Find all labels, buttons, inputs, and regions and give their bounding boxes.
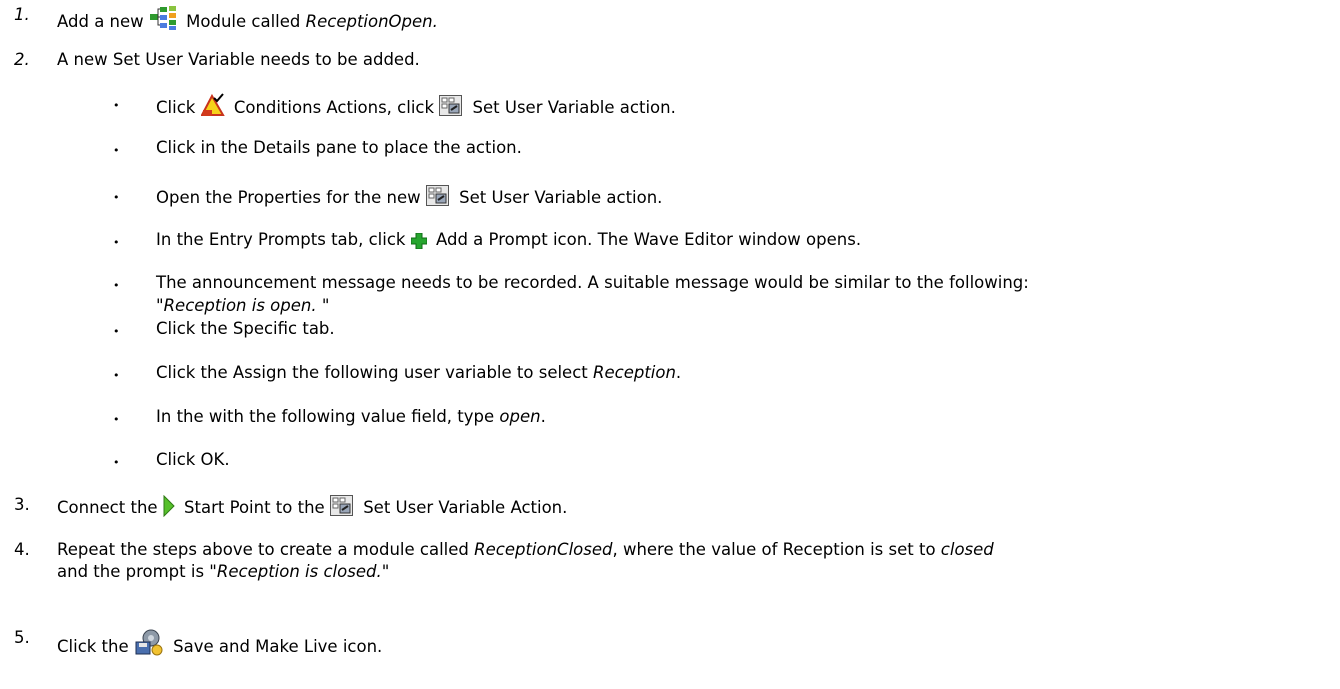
step-5-text: Click the Save and Make Live icon. — [57, 628, 382, 660]
bullet: • — [113, 456, 120, 469]
bullet: • — [113, 99, 120, 112]
start-point-icon — [163, 494, 175, 521]
bullet-item: Click Conditions Actions, click Set User… — [156, 93, 676, 121]
bullet: • — [113, 413, 120, 426]
step-3-text: Connect the Start Point to the Set User … — [57, 494, 568, 521]
bullet: • — [113, 191, 120, 204]
step-text: Connect the — [57, 498, 158, 517]
step-text: Save and Make Live icon. — [173, 637, 383, 656]
module-icon — [149, 5, 177, 35]
bullet-item: Open the Properties for the new Set User… — [156, 185, 662, 211]
bullet-text: Set User Variable action. — [459, 188, 663, 207]
bullet: • — [113, 279, 120, 292]
step-number: 2. — [14, 50, 30, 69]
bullet-item: Click the Assign the following user vari… — [156, 363, 681, 382]
bullet-item: Click in the Details pane to place the a… — [156, 138, 522, 157]
bullet-text: In the Entry Prompts tab, click — [156, 230, 406, 249]
set-user-variable-icon — [329, 495, 354, 521]
module-name: ReceptionOpen. — [305, 12, 438, 31]
bullet-item: Click the Specific tab. — [156, 319, 335, 338]
module-name: ReceptionClosed — [474, 540, 613, 559]
step-text: and the prompt is — [57, 562, 205, 581]
variable-value: closed — [940, 540, 994, 559]
step-number: 3. — [14, 495, 30, 514]
bullet-item: In the with the following value field, t… — [156, 407, 546, 426]
bullet: • — [113, 325, 120, 338]
step-text: Set User Variable Action. — [363, 498, 568, 517]
step-text: Click the — [57, 637, 129, 656]
step-1-text: Add a new Module called ReceptionOpen. — [57, 5, 438, 35]
save-make-live-icon — [134, 628, 164, 660]
step-text: Repeat the steps above to create a modul… — [57, 540, 469, 559]
bullet-text: Click — [156, 98, 196, 117]
bullet-item-continued: "Reception is open. " — [156, 296, 329, 315]
bullet: • — [113, 144, 120, 157]
bullet-text: Add a Prompt icon. The Wave Editor windo… — [435, 230, 862, 249]
step-number: 4. — [14, 540, 30, 559]
step-number: 5. — [14, 628, 30, 647]
add-prompt-icon — [410, 232, 428, 253]
step-text: Module called — [186, 12, 301, 31]
variable-value: open — [499, 407, 541, 426]
set-user-variable-icon — [439, 95, 463, 121]
bullet-text: Click the Assign the following user vari… — [156, 363, 588, 382]
example-message: "Reception is closed." — [209, 562, 390, 581]
step-text: , where the value of Reception is set to — [612, 540, 936, 559]
conditions-actions-icon — [199, 93, 225, 121]
set-user-variable-icon — [425, 185, 450, 211]
step-2-text: A new Set User Variable needs to be adde… — [57, 50, 420, 69]
bullet-text: Open the Properties for the new — [156, 188, 421, 207]
example-message: "Reception is open. " — [156, 296, 330, 315]
step-text: Add a new — [57, 12, 144, 31]
bullet-item: The announcement message needs to be rec… — [156, 273, 1029, 292]
step-4-text: Repeat the steps above to create a modul… — [57, 540, 994, 559]
punctuation: . — [675, 363, 682, 382]
bullet-text: Set User Variable action. — [472, 98, 676, 117]
punctuation: . — [540, 407, 546, 426]
bullet: • — [113, 369, 120, 382]
bullet-item: In the Entry Prompts tab, click Add a Pr… — [156, 230, 861, 253]
bullet-text: In the with the following value field, t… — [156, 407, 495, 426]
step-text: Start Point to the — [184, 498, 325, 517]
bullet-item: Click OK. — [156, 450, 230, 469]
bullet: • — [113, 236, 120, 249]
step-4-continued: and the prompt is "Reception is closed." — [57, 562, 389, 581]
bullet-text: Conditions Actions, click — [233, 98, 435, 117]
variable-name: Reception — [593, 363, 676, 382]
step-number: 1. — [14, 5, 30, 24]
